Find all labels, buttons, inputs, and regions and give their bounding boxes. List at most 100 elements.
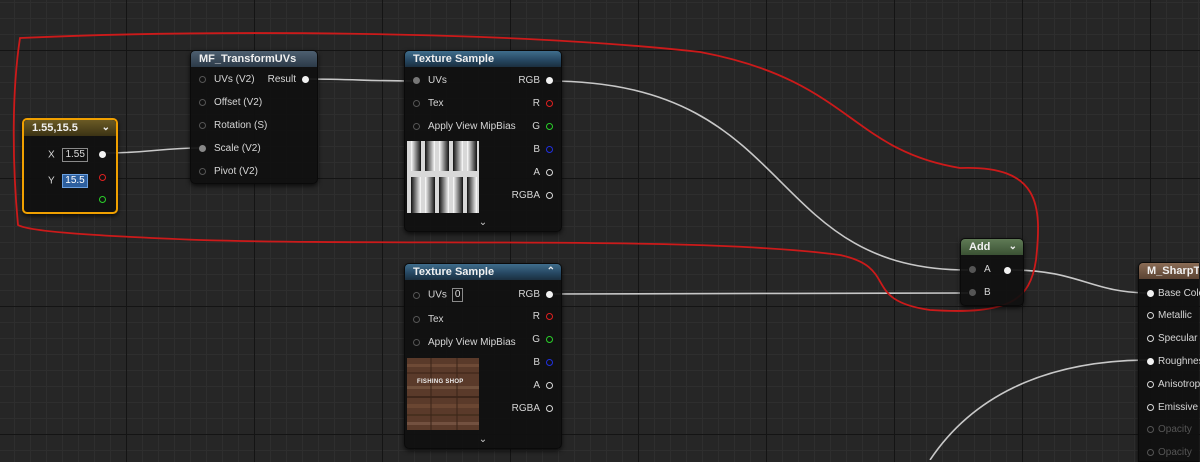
transform-node-title: MF_TransformUVs xyxy=(199,53,297,65)
pin-rgb[interactable]: RGB xyxy=(518,74,553,88)
pin-label: Apply View MipBias xyxy=(428,337,516,348)
pin-emissive[interactable]: Emissive xyxy=(1147,401,1198,415)
pin-label: Tex xyxy=(428,314,444,325)
add-node[interactable]: Add ⌄ A B xyxy=(960,238,1024,306)
texture-sample-node-2[interactable]: Texture Sample ⌃ UVs 0 Tex Apply View Mip… xyxy=(404,263,562,449)
pin-anisotropy[interactable]: Anisotropy xyxy=(1147,378,1200,392)
pin-label: Roughness xyxy=(1158,356,1200,367)
pin-uvs[interactable]: UVs (V2) xyxy=(199,73,255,87)
chevron-down-icon[interactable]: ⌄ xyxy=(1009,239,1017,255)
pin-label: Opacity xyxy=(1158,447,1192,458)
pin-rgba[interactable]: RGBA xyxy=(512,402,553,416)
pin-apply-view-mipbias[interactable]: Apply View MipBias xyxy=(413,120,516,134)
chevron-down-icon[interactable]: ⌄ xyxy=(405,217,561,228)
pin-label: Tex xyxy=(428,98,444,109)
wire-rgb1-to-add-a xyxy=(547,80,969,271)
pin-opacity[interactable]: Opacity xyxy=(1147,423,1192,437)
chevron-down-icon[interactable]: ⌄ xyxy=(102,120,110,136)
output-pin-white[interactable] xyxy=(99,151,106,158)
chevron-up-icon[interactable]: ⌃ xyxy=(547,264,555,280)
constant-node-title: 1.55,15.5 xyxy=(32,122,78,134)
pin-label: B xyxy=(533,357,540,368)
output-pin-red[interactable] xyxy=(99,174,106,181)
constant2vector-node[interactable]: 1.55,15.5 ⌄ X 1.55 Y 15.5 xyxy=(22,118,118,214)
pin-label: A xyxy=(533,380,540,391)
pin-rgba[interactable]: RGBA xyxy=(512,189,553,203)
pin-label: RGBA xyxy=(511,403,540,414)
pin-specular[interactable]: Specular xyxy=(1147,332,1197,346)
wire-to-roughness xyxy=(929,359,1151,460)
pin-label: Anisotropy xyxy=(1158,379,1200,390)
texture-sample-node-1[interactable]: Texture Sample UVs Tex Apply View MipBia… xyxy=(404,50,562,232)
texture-preview-gradient xyxy=(407,141,479,213)
pin-label: RGB xyxy=(518,75,540,86)
chevron-down-icon[interactable]: ⌄ xyxy=(405,434,561,445)
graph-wires xyxy=(12,32,1151,460)
pin-uvs[interactable]: UVs 0 xyxy=(413,288,464,302)
x-value-field[interactable]: 1.55 xyxy=(62,148,88,162)
y-value-field[interactable]: 15.5 xyxy=(62,174,88,188)
add-node-title: Add xyxy=(969,241,991,253)
transform-node-header[interactable]: MF_TransformUVs xyxy=(191,51,317,67)
pin-label: Pivot (V2) xyxy=(214,166,258,177)
texture-sample-1-header[interactable]: Texture Sample xyxy=(405,51,561,67)
material-node-header[interactable]: M_SharpTex xyxy=(1139,263,1199,279)
pin-a[interactable]: A xyxy=(533,166,553,180)
material-node-title: M_SharpTex xyxy=(1147,265,1199,277)
wire-rgb2-to-add-b xyxy=(547,292,969,295)
pin-pivot[interactable]: Pivot (V2) xyxy=(199,165,258,179)
pin-g[interactable]: G xyxy=(532,120,553,134)
pin-b[interactable]: B xyxy=(533,143,553,157)
add-node-header[interactable]: Add ⌄ xyxy=(961,239,1023,255)
pin-label: UVs xyxy=(428,75,447,86)
pin-rgb[interactable]: RGB xyxy=(518,288,553,302)
pin-offset[interactable]: Offset (V2) xyxy=(199,96,262,110)
y-label: Y xyxy=(48,175,55,187)
pin-apply-view-mipbias[interactable]: Apply View MipBias xyxy=(413,336,516,350)
pin-a[interactable]: A xyxy=(969,263,991,277)
pin-tex[interactable]: Tex xyxy=(413,313,444,327)
pin-label: Rotation (S) xyxy=(214,120,268,131)
texture-sample-2-header[interactable]: Texture Sample ⌃ xyxy=(405,264,561,280)
pin-label: RGB xyxy=(518,289,540,300)
material-result-node[interactable]: M_SharpTex Base Color Metallic Specular … xyxy=(1138,262,1200,462)
uvs-value-field[interactable]: 0 xyxy=(451,288,464,302)
output-pin-green[interactable] xyxy=(99,196,106,203)
constant-node-header[interactable]: 1.55,15.5 ⌄ xyxy=(24,120,116,136)
wire-result-to-uvs xyxy=(304,78,413,82)
pin-a[interactable]: A xyxy=(533,379,553,393)
pin-label: B xyxy=(984,287,991,298)
pin-rotation[interactable]: Rotation (S) xyxy=(199,119,267,133)
transform-uvs-node[interactable]: MF_TransformUVs UVs (V2) Offset (V2) Rot… xyxy=(190,50,318,184)
pin-base-color[interactable]: Base Color xyxy=(1147,287,1200,301)
pin-roughness[interactable]: Roughness xyxy=(1147,355,1200,369)
pin-tex[interactable]: Tex xyxy=(413,97,444,111)
pin-b[interactable]: B xyxy=(533,356,553,370)
pin-result[interactable]: Result xyxy=(268,73,309,87)
pin-label: A xyxy=(984,264,991,275)
pin-label: Specular xyxy=(1158,333,1198,344)
x-input-row: X 1.55 xyxy=(48,148,88,162)
pin-label: A xyxy=(533,167,540,178)
pin-label: Scale (V2) xyxy=(214,143,261,154)
pin-metallic[interactable]: Metallic xyxy=(1147,309,1192,323)
pin-r[interactable]: R xyxy=(533,97,553,111)
pin-label: Metallic xyxy=(1158,310,1192,321)
pin-opacity-mask[interactable]: Opacity xyxy=(1147,446,1192,460)
pin-b[interactable]: B xyxy=(969,286,991,300)
pin-r[interactable]: R xyxy=(533,310,553,324)
texture-preview-wood: FISHING SHOP xyxy=(407,358,479,430)
x-label: X xyxy=(48,149,55,161)
add-output-pin[interactable] xyxy=(1004,267,1011,274)
pin-label: G xyxy=(532,121,540,132)
wire-add-to-basecolor xyxy=(1009,269,1151,294)
pin-label: Offset (V2) xyxy=(214,97,263,108)
pin-label: Result xyxy=(267,74,296,85)
pin-scale[interactable]: Scale (V2) xyxy=(199,142,261,156)
pin-g[interactable]: G xyxy=(532,333,553,347)
pin-label: RGBA xyxy=(511,190,540,201)
pin-label: UVs xyxy=(428,289,447,301)
pin-uvs[interactable]: UVs xyxy=(413,74,447,88)
pin-label: Opacity xyxy=(1158,424,1192,435)
pin-label: B xyxy=(533,144,540,155)
